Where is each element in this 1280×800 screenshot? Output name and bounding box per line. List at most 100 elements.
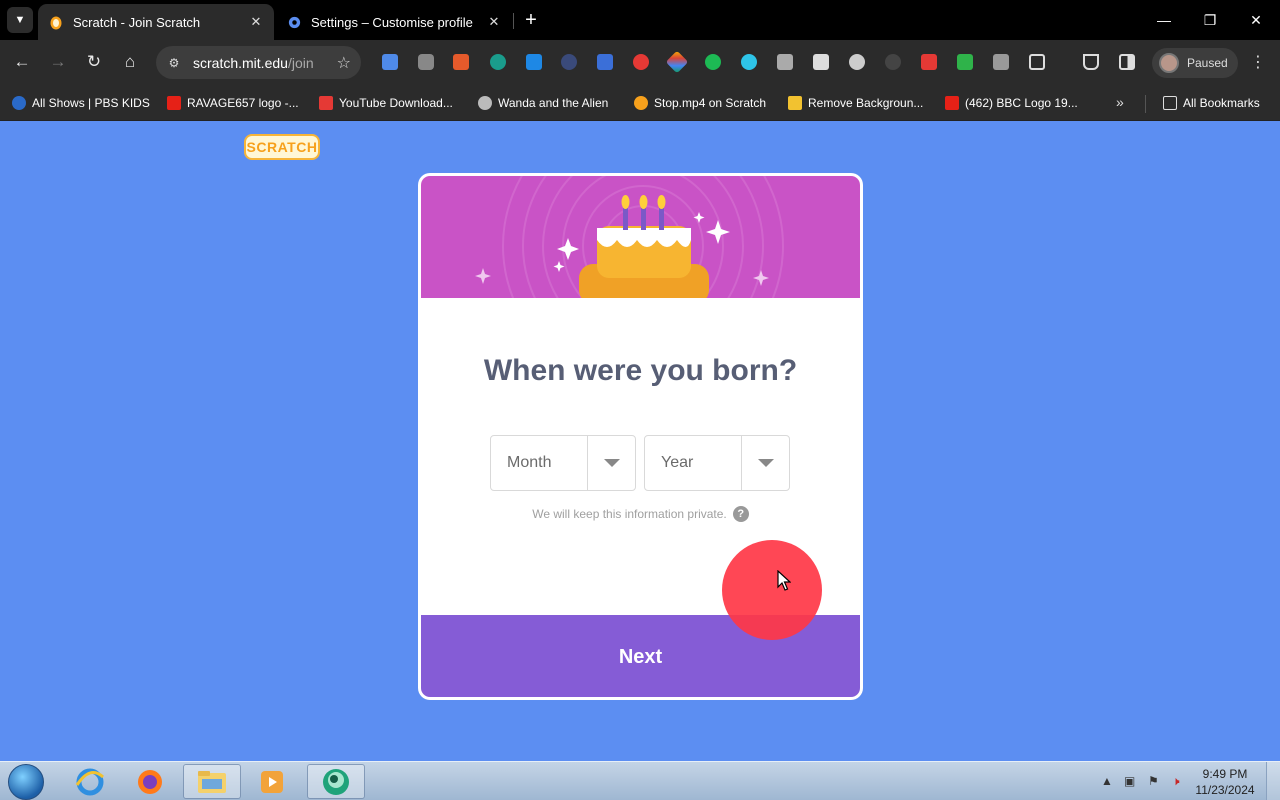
- home-button[interactable]: ⌂: [118, 50, 142, 74]
- birthday-banner: [421, 176, 860, 298]
- show-desktop-button[interactable]: [1266, 762, 1280, 800]
- avatar: [1159, 53, 1179, 73]
- month-select-value: Month: [507, 454, 552, 471]
- volume-muted-icon[interactable]: 🕨: [1172, 774, 1180, 789]
- close-tab-icon[interactable]: ✕: [248, 14, 264, 30]
- scratch-cat-icon: [48, 14, 64, 30]
- minimize-button[interactable]: —: [1152, 8, 1176, 32]
- extension-infinity-icon[interactable]: [526, 54, 542, 70]
- bookmark-ravage657[interactable]: RAVAGE657 logo -...: [167, 93, 299, 113]
- page-title: When were you born?: [483, 354, 798, 387]
- extension-green-icon[interactable]: [705, 54, 721, 70]
- bookmark-label: Stop.mp4 on Scratch: [654, 96, 767, 110]
- tab-scratch-join[interactable]: Scratch - Join Scratch ✕: [38, 4, 274, 40]
- click-highlight: [722, 540, 822, 640]
- back-button[interactable]: ←: [10, 50, 34, 74]
- extension-dark-icon[interactable]: [885, 54, 901, 70]
- address-bar[interactable]: ⚙ scratch.mit.edu/join ☆: [156, 46, 361, 79]
- extension-red-icon[interactable]: [633, 54, 649, 70]
- file-explorer-icon[interactable]: [183, 764, 241, 799]
- tab-title: Settings – Customise profile: [311, 14, 473, 30]
- privacy-note-text: We will keep this information private.: [532, 507, 727, 521]
- extension-box-icon[interactable]: [993, 54, 1009, 70]
- site-info-icon[interactable]: ⚙: [166, 55, 182, 71]
- close-window-button[interactable]: ✕: [1244, 8, 1268, 32]
- labs-flask-icon[interactable]: [1083, 54, 1099, 70]
- extension-wand-icon[interactable]: [741, 54, 757, 70]
- bookmark-star-icon[interactable]: ☆: [337, 53, 351, 73]
- reload-button[interactable]: ↻: [82, 50, 106, 74]
- bookmark-label: All Shows | PBS KIDS: [32, 96, 150, 110]
- bookmark-remove-background[interactable]: Remove Backgroun...: [788, 93, 923, 113]
- extension-cookie-icon[interactable]: [849, 54, 865, 70]
- extension-screen-icon[interactable]: [418, 54, 434, 70]
- action-center-flag-icon[interactable]: ⚑: [1148, 774, 1159, 788]
- page-content: SCRATCH When were you born? Month Year W…: [0, 121, 1280, 761]
- extension-teal-icon[interactable]: [490, 54, 506, 70]
- profile-status: Paused: [1187, 56, 1228, 70]
- profile-button[interactable]: Paused: [1152, 48, 1238, 78]
- side-panel-icon[interactable]: [1119, 54, 1135, 70]
- bookmark-bbc-logo[interactable]: (462) BBC Logo 19...: [945, 93, 1078, 113]
- clock-time: 9:49 PM: [1202, 767, 1248, 781]
- url-host: scratch.mit.edu: [193, 54, 288, 71]
- tab-search-button[interactable]: ▼: [7, 7, 33, 33]
- bookmark-wanda[interactable]: Wanda and the Alien: [478, 93, 608, 113]
- app-icon[interactable]: [307, 764, 365, 799]
- bookmark-label: YouTube Download...: [339, 96, 453, 110]
- restore-button[interactable]: ❐: [1198, 8, 1222, 32]
- next-button-label: Next: [618, 646, 663, 668]
- chevron-down-icon: ▼: [14, 14, 26, 26]
- tab-strip: ▼ Scratch - Join Scratch ✕ Settings – Cu…: [0, 0, 1280, 40]
- more-bookmarks-icon[interactable]: »: [1116, 94, 1124, 110]
- taskbar-clock[interactable]: 9:49 PM 11/23/2024: [1192, 766, 1258, 798]
- firefox-icon[interactable]: [121, 764, 179, 799]
- scratch-logo[interactable]: SCRATCH: [244, 134, 320, 160]
- logo-text: SCRATCH: [246, 139, 318, 155]
- network-icon[interactable]: ▣: [1124, 774, 1135, 788]
- bookmark-youtube-download[interactable]: YouTube Download...: [319, 93, 453, 113]
- extension-trash-icon[interactable]: [813, 54, 829, 70]
- birthday-cake-illustration: [475, 176, 784, 298]
- bookmark-label: (462) BBC Logo 19...: [965, 96, 1078, 110]
- extension-gray-icon[interactable]: [777, 54, 793, 70]
- bookmarks-separator: [1145, 95, 1146, 113]
- tab-settings[interactable]: Settings – Customise profile ✕: [276, 4, 512, 40]
- bookmark-label: All Bookmarks: [1183, 96, 1260, 110]
- new-tab-button[interactable]: +: [520, 9, 542, 31]
- all-bookmarks-button[interactable]: All Bookmarks: [1163, 93, 1260, 113]
- scratch-cat-icon: [634, 96, 648, 110]
- help-icon[interactable]: ?: [732, 506, 749, 522]
- extension-docs-icon[interactable]: [382, 54, 398, 70]
- bookmarks-bar: All Shows | PBS KIDS RAVAGE657 logo -...…: [0, 85, 1280, 121]
- year-select-value: Year: [661, 454, 694, 471]
- windows-taskbar: ▲ ▣ ⚑ 🕨 9:49 PM 11/23/2024: [0, 761, 1280, 800]
- mouse-cursor-icon: [777, 570, 791, 591]
- url-path: /join: [287, 54, 314, 71]
- pbs-kids-icon: [12, 96, 26, 110]
- bookmark-pbs-kids[interactable]: All Shows | PBS KIDS: [12, 93, 150, 113]
- extension-diamond-icon[interactable]: [665, 50, 689, 74]
- internet-explorer-icon[interactable]: [61, 764, 119, 799]
- start-button[interactable]: [8, 764, 44, 800]
- month-select[interactable]: Month: [490, 435, 636, 491]
- download-icon: [319, 96, 333, 110]
- year-select[interactable]: Year: [644, 435, 790, 491]
- tab-separator: [513, 13, 514, 29]
- more-menu-icon[interactable]: ⋮: [1250, 52, 1266, 72]
- media-player-icon[interactable]: [243, 764, 301, 799]
- browser-toolbar: ← → ↻ ⌂ ⚙ scratch.mit.edu/join ☆ Paused …: [0, 40, 1280, 85]
- extension-refresh-icon[interactable]: [597, 54, 613, 70]
- extension-pdf-icon[interactable]: [921, 54, 937, 70]
- bookmark-stop-mp4[interactable]: Stop.mp4 on Scratch: [634, 93, 766, 113]
- privacy-note: We will keep this information private. ?: [421, 506, 860, 522]
- bookmark-label: RAVAGE657 logo -...: [187, 96, 299, 110]
- close-tab-icon[interactable]: ✕: [486, 14, 502, 30]
- tab-title: Scratch - Join Scratch: [73, 14, 201, 30]
- extension-fox-icon[interactable]: [453, 54, 469, 70]
- forward-button[interactable]: →: [46, 50, 70, 74]
- show-hidden-icons-icon[interactable]: ▲: [1101, 774, 1113, 788]
- extension-circle-icon[interactable]: [561, 54, 577, 70]
- extensions-puzzle-icon[interactable]: [1029, 54, 1045, 70]
- extension-a-icon[interactable]: [957, 54, 973, 70]
